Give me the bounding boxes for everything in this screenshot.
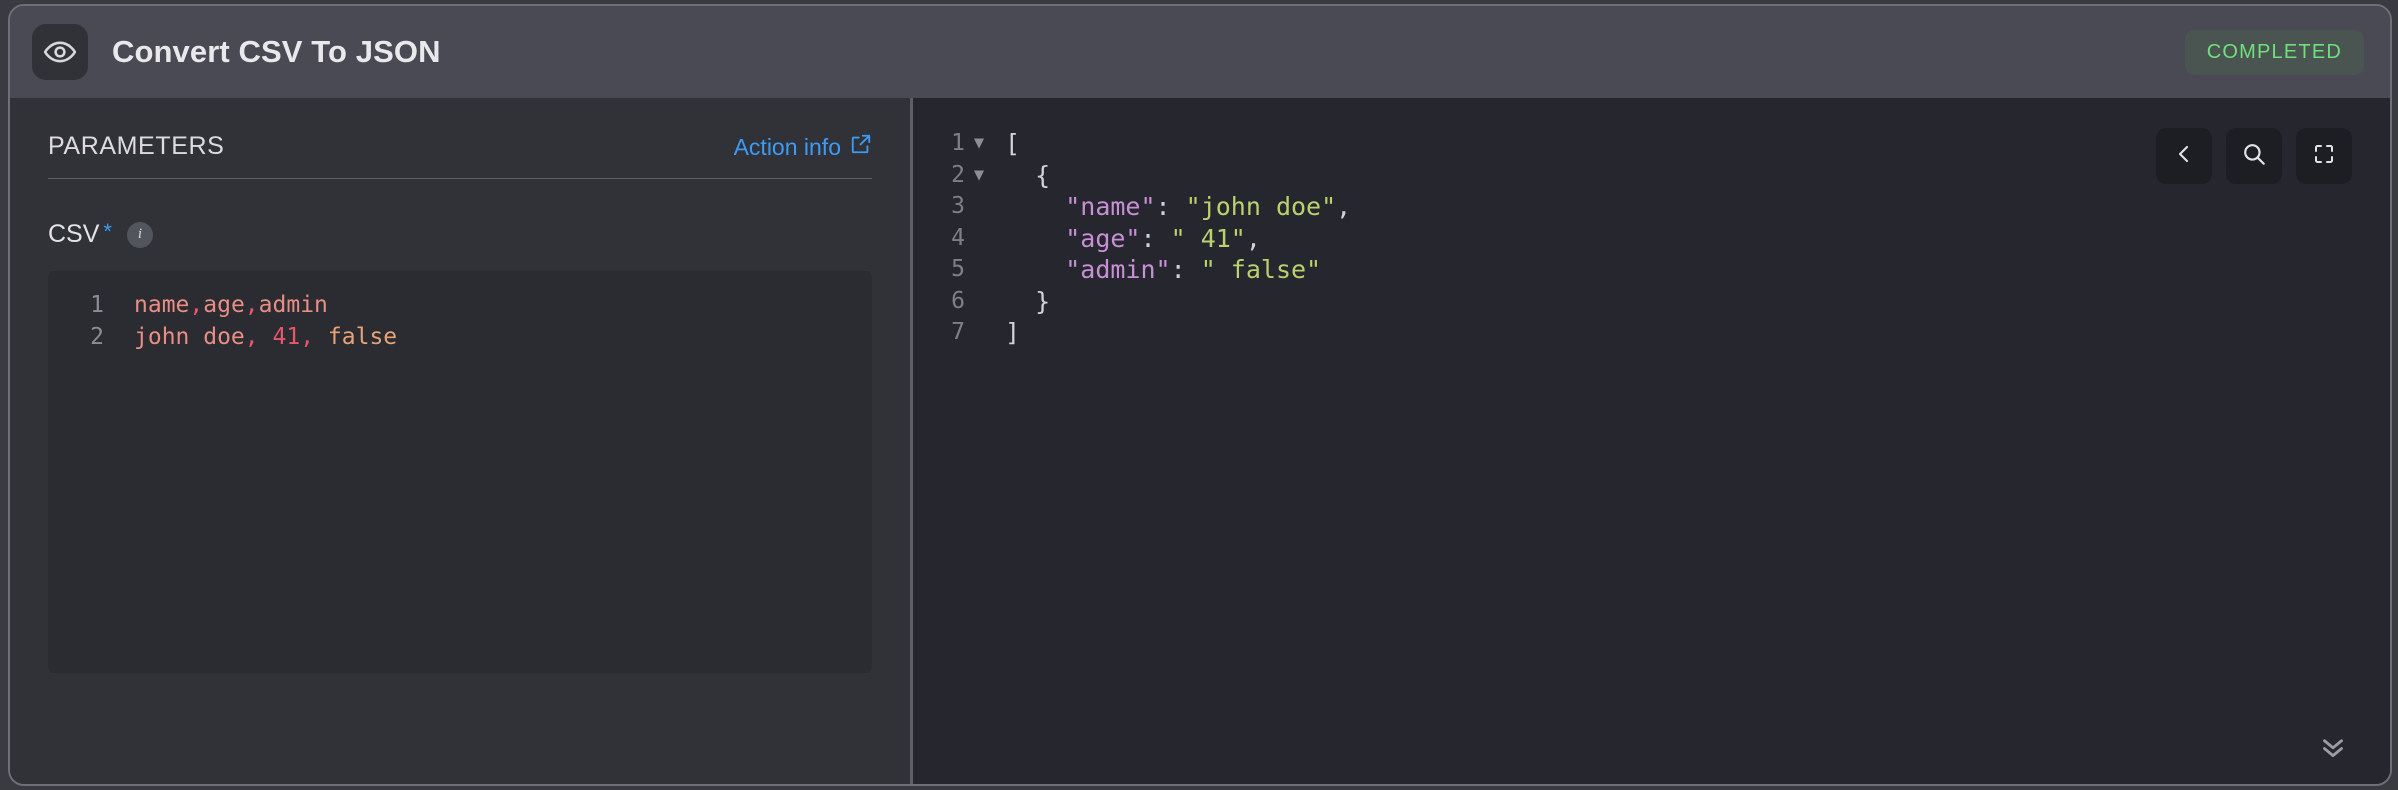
code-token: { (1005, 160, 1051, 190)
code-token: : (1140, 223, 1171, 253)
fullscreen-button[interactable] (2296, 128, 2352, 184)
code-token: } (1005, 286, 1051, 316)
line-text: } (993, 286, 1050, 318)
code-token: , (1245, 223, 1261, 253)
window-body: PARAMETERS Action info CSV * i 1 name,ag… (10, 98, 2390, 784)
action-info-label: Action info (733, 133, 841, 160)
csv-code-line: 2 john doe, 41, false (48, 321, 872, 353)
code-token: , (244, 292, 259, 318)
line-number: 7 (951, 319, 965, 345)
page-title: Convert CSV To JSON (112, 34, 441, 69)
search-icon (2241, 141, 2267, 172)
code-token: " false" (1200, 255, 1322, 284)
json-code-line: 5 "admin": " false" (913, 254, 2390, 286)
line-text: [ (993, 128, 1020, 160)
code-token: , (189, 292, 204, 318)
parameters-label: PARAMETERS (48, 132, 225, 160)
output-toolbar (2156, 128, 2352, 184)
csv-input-editor[interactable]: 1 name,age,admin 2 john doe, 41, false (48, 271, 872, 673)
fold-toggle-icon[interactable]: ▼ (965, 128, 993, 160)
code-token: ] (1005, 318, 1021, 347)
code-token: "name" (1065, 192, 1156, 221)
external-link-icon (850, 133, 872, 161)
code-token: , (244, 324, 259, 350)
chevrons-down-icon[interactable] (2316, 728, 2350, 762)
json-code-line: 3 "name": "john doe", (913, 191, 2390, 223)
line-number: 4 (951, 224, 965, 251)
line-text: ] (993, 317, 1020, 349)
info-circle-icon[interactable]: i (126, 221, 153, 248)
line-text: "name": "john doe", (993, 191, 1351, 223)
line-text: name,age,admin (112, 289, 328, 321)
csv-field-label-row: CSV * i (48, 220, 872, 249)
line-number: 1 (951, 130, 965, 156)
csv-code-line: 1 name,age,admin (48, 289, 872, 321)
back-button[interactable] (2156, 128, 2212, 184)
json-code-line: 4 "age": " 41", (913, 223, 2390, 255)
code-token: , (300, 324, 315, 350)
code-token: name (134, 292, 190, 318)
code-token: admin (258, 292, 328, 318)
eye-icon (32, 24, 88, 80)
line-text: "age": " 41", (993, 223, 1261, 255)
fullscreen-icon (2312, 142, 2336, 171)
csv-field-label: CSV (48, 220, 100, 248)
action-info-link[interactable]: Action info (734, 133, 872, 161)
parameters-pane: PARAMETERS Action info CSV * i 1 name,ag… (10, 98, 910, 784)
code-token: false (327, 324, 398, 350)
line-number: 6 (951, 287, 965, 314)
code-token: "age" (1065, 223, 1141, 253)
line-number: 3 (951, 193, 965, 219)
code-token: : (1155, 192, 1186, 221)
output-pane: 1 ▼[2 ▼ {3 "name": "john doe", 4 "age": " 4… (913, 98, 2390, 784)
code-token: : (1170, 255, 1201, 284)
chevron-left-icon (2172, 142, 2196, 171)
line-text: john doe, 41, false (112, 321, 397, 353)
code-token: 41 (272, 324, 301, 350)
code-token: "admin" (1065, 255, 1171, 284)
json-code-line: 6 } (913, 286, 2390, 318)
code-token: "john doe" (1185, 192, 1337, 221)
action-result-window: Convert CSV To JSON COMPLETED PARAMETERS… (8, 4, 2392, 786)
line-number: 5 (951, 256, 965, 282)
search-button[interactable] (2226, 128, 2282, 184)
line-text: "admin": " false" (993, 254, 1321, 286)
line-number: 2 (951, 161, 965, 188)
line-number: 1 (90, 292, 104, 318)
code-token: [ (1005, 129, 1021, 158)
code-token: john doe (134, 324, 245, 350)
line-number: 2 (90, 324, 104, 350)
code-token: , (1336, 192, 1352, 221)
status-badge: COMPLETED (2184, 29, 2364, 75)
required-marker: * (103, 219, 112, 244)
code-token: " 41" (1170, 223, 1246, 253)
line-text: { (993, 160, 1050, 192)
parameters-header: PARAMETERS Action info (48, 132, 872, 179)
window-header: Convert CSV To JSON COMPLETED (10, 6, 2390, 98)
fold-toggle-icon[interactable]: ▼ (965, 160, 993, 192)
code-token: age (203, 292, 245, 318)
json-code-line: 7] (913, 317, 2390, 349)
